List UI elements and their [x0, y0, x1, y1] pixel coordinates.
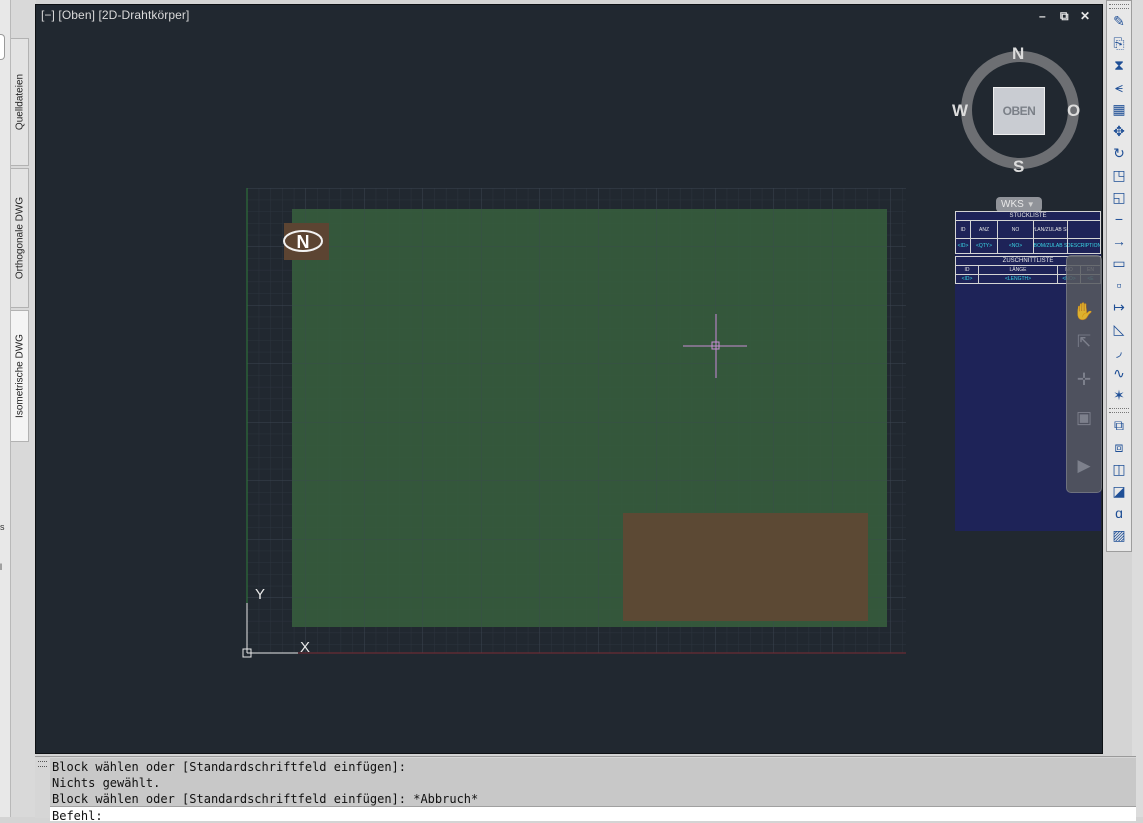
command-line[interactable]: Block wählen oder [Standardschriftfeld e…	[35, 756, 1136, 823]
wcs-menu-button[interactable]: WKS ▼	[996, 197, 1042, 212]
table-header-cell: ANZ	[971, 221, 998, 238]
table-cell: <DESCRIPTION>	[1068, 243, 1100, 249]
compass-north[interactable]: N	[1012, 44, 1024, 64]
offset-icon[interactable]: ⪪	[1108, 77, 1130, 97]
table-cell: <ID>	[956, 239, 971, 253]
navigation-bar[interactable]: ✋ ⇱ ✛ ▣ ▶	[1066, 255, 1102, 493]
draworder-above-icon[interactable]: ◫	[1108, 459, 1130, 479]
table-header-cell: PLAN/ZULAB SE	[1034, 221, 1068, 238]
break-at-point-icon[interactable]: ▭	[1108, 253, 1130, 273]
move-icon[interactable]: ✥	[1108, 121, 1130, 141]
command-history: Block wählen oder [Standardschriftfeld e…	[50, 758, 1136, 806]
cut-off-text: l	[0, 562, 2, 572]
command-prompt: Befehl:	[52, 809, 103, 823]
north-symbol-letter: N	[297, 232, 310, 252]
trim-icon[interactable]: −	[1108, 209, 1130, 229]
array-icon[interactable]: ▦	[1108, 99, 1130, 119]
tab-label: Quelldateien	[14, 73, 25, 131]
explode-icon[interactable]: ✶	[1108, 385, 1130, 405]
drawing-viewport[interactable]: [−] [Oben] [2D-Drahtkörper] – ⧉ ✕ N Y X	[35, 4, 1103, 754]
toolbar-grip[interactable]	[1109, 4, 1129, 9]
drawing-canvas[interactable]: N Y X	[36, 5, 1102, 753]
draworder-back-icon[interactable]: ⧈	[1108, 437, 1130, 457]
stretch-icon[interactable]: ◱	[1108, 187, 1130, 207]
table-header-cell: ID	[956, 266, 979, 274]
table-row: <ID> <QTY> <NO> <BOM/ZULAB S> <DESCRIPTI…	[955, 239, 1101, 254]
command-history-line: Nichts gewählt.	[52, 776, 161, 790]
window-edge	[1132, 0, 1143, 817]
draworder-front-icon[interactable]: ⧉	[1108, 415, 1130, 435]
mirror-icon[interactable]: ⧗	[1108, 55, 1130, 75]
command-line-grip[interactable]	[35, 757, 49, 818]
wcs-label: WKS	[1001, 199, 1024, 210]
table-cell: <ID>	[956, 275, 979, 283]
play-icon[interactable]: ▶	[1067, 456, 1101, 476]
building-area	[623, 513, 868, 621]
copy-icon[interactable]: ⎘	[1108, 33, 1130, 53]
fillet-icon[interactable]: ◞	[1108, 341, 1130, 361]
table-header-cell: NO	[998, 221, 1034, 238]
compass-west[interactable]: W	[952, 101, 968, 121]
toolbar-grip[interactable]	[1109, 408, 1129, 413]
side-panel-handle[interactable]	[0, 34, 5, 60]
command-history-line: Block wählen oder [Standardschriftfeld e…	[52, 760, 407, 774]
zoom-icon[interactable]: ⇱	[1067, 332, 1101, 352]
side-panel-edge	[0, 0, 11, 817]
compass-east[interactable]: O	[1067, 101, 1080, 121]
cut-off-text: s	[0, 522, 5, 532]
chevron-down-icon: ▼	[1026, 200, 1035, 209]
hatch-to-back-icon[interactable]: ▨	[1108, 525, 1130, 545]
tab-isometrische-dwg[interactable]: Isometrische DWG	[11, 310, 29, 442]
table-header-cell	[1068, 221, 1100, 238]
table-header-cell: LÄNGE	[979, 266, 1058, 274]
table-cell: <QTY>	[971, 239, 998, 253]
showmotion-icon[interactable]: ▣	[1067, 408, 1101, 428]
join-icon[interactable]: ↦	[1108, 297, 1130, 317]
rotate-icon[interactable]: ↻	[1108, 143, 1130, 163]
compass-south[interactable]: S	[1013, 157, 1024, 177]
ucs-x-label: X	[300, 639, 310, 656]
ucs-y-label: Y	[255, 586, 265, 603]
tab-quelldateien[interactable]: Quelldateien	[11, 38, 29, 166]
extend-icon[interactable]: →	[1108, 231, 1130, 251]
table-row: ID ANZ NO PLAN/ZULAB SE	[955, 221, 1101, 239]
tab-label: Orthogonale DWG	[14, 196, 25, 280]
viewcube-face-label: OBEN	[1002, 104, 1036, 118]
command-history-line: Block wählen oder [Standardschriftfeld e…	[52, 792, 479, 806]
scale-icon[interactable]: ◳	[1108, 165, 1130, 185]
table-cell: <LENGTH>	[979, 275, 1058, 283]
modify-toolbar: ✎ ⎘ ⧗ ⪪ ▦ ✥ ↻ ◳ ◱ − → ▭ ▫ ↦ ◺ ◞ ∿ ✶ ⧉ ⧈ ◫ ◪ ɑ ▨	[1106, 0, 1132, 552]
chamfer-icon[interactable]: ◺	[1108, 319, 1130, 339]
stueckliste-title: STÜCKLISTE	[955, 211, 1101, 221]
orbit-icon[interactable]: ✛	[1067, 370, 1101, 390]
blend-icon[interactable]: ∿	[1108, 363, 1130, 383]
text-to-front-icon[interactable]: ɑ	[1108, 503, 1130, 523]
paintbrush-icon[interactable]: ✎	[1108, 11, 1130, 31]
viewcube-face[interactable]: OBEN	[993, 87, 1045, 135]
table-cell: <BOM/ZULAB S>	[1034, 239, 1068, 253]
command-input[interactable]: Befehl:	[50, 806, 1136, 823]
pan-icon[interactable]: ✋	[1067, 302, 1101, 322]
table-cell: <NO>	[998, 239, 1034, 253]
table-header-cell: ID	[956, 221, 971, 238]
tab-label: Isometrische DWG	[14, 334, 25, 418]
draworder-under-icon[interactable]: ◪	[1108, 481, 1130, 501]
break-icon[interactable]: ▫	[1108, 275, 1130, 295]
tab-orthogonale-dwg[interactable]: Orthogonale DWG	[11, 168, 29, 308]
